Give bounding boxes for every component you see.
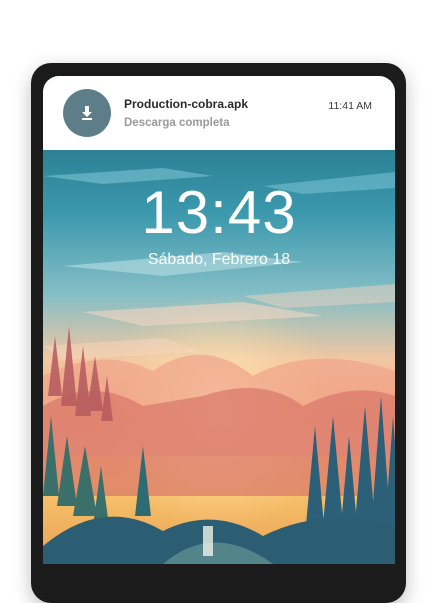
download-notification[interactable]: Production-cobra.apk Descarga completa 1… [43, 76, 395, 150]
notification-time: 11:41 AM [328, 100, 372, 112]
lock-clock: 13:43 [141, 179, 297, 246]
notification-subtitle: Descarga completa [124, 117, 230, 129]
lock-date: Sábado, Febrero 18 [147, 251, 291, 268]
download-icon [63, 89, 111, 137]
notification-title: Production-cobra.apk [124, 97, 249, 111]
